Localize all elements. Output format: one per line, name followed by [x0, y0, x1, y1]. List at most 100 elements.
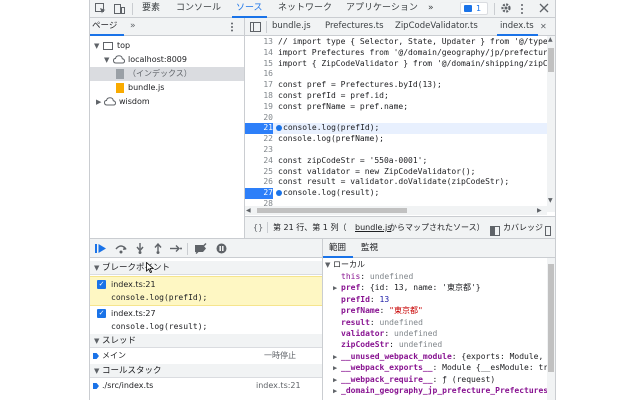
tab-elements[interactable]: 要素: [142, 0, 160, 17]
settings-icon[interactable]: [500, 2, 512, 14]
breakpoint-checkbox[interactable]: ✓: [97, 309, 106, 318]
step-into-icon[interactable]: [135, 243, 145, 257]
step-icon[interactable]: [170, 243, 182, 257]
scope-variable[interactable]: ▶ pref: {id: 13, name: '東京都'}: [323, 282, 547, 293]
status-bar-icon[interactable]: [545, 223, 551, 236]
scrollbar-right-arrow[interactable]: ▶: [537, 207, 542, 214]
scrollbar-thumb[interactable]: [257, 208, 407, 213]
pause-on-exceptions-icon[interactable]: [216, 243, 227, 257]
code-line[interactable]: 22 console.log(prefName);: [245, 134, 547, 145]
code-line[interactable]: 25 const validator = new ZipCodeValidator…: [245, 167, 547, 178]
code-line[interactable]: 21 console.log(prefId);: [245, 123, 547, 135]
scope-variable[interactable]: ▶ __webpack_require__: ƒ (request): [323, 374, 547, 385]
code-line[interactable]: 17 const pref = Prefectures.byId(13);: [245, 80, 547, 91]
device-toolbar-icon[interactable]: [114, 3, 125, 14]
tree-item-localhost[interactable]: ▼ localhost:8009: [90, 53, 244, 67]
breakpoint-item[interactable]: ✓ index.ts:27 console.log(result);: [90, 306, 322, 336]
scope-variable[interactable]: zipCodeStr: undefined: [323, 339, 547, 350]
expand-arrow-icon[interactable]: ▶: [333, 363, 341, 373]
editor-vertical-scrollbar[interactable]: ▲ ▼: [547, 36, 555, 212]
tab-page[interactable]: ページ: [92, 18, 117, 35]
close-tab-icon[interactable]: ✕: [540, 18, 547, 35]
line-number[interactable]: 21: [245, 123, 273, 135]
line-number[interactable]: 24: [245, 156, 273, 167]
scrollbar-left-arrow[interactable]: ◀: [246, 207, 251, 214]
local-scope-header[interactable]: ▼ ローカル: [323, 259, 547, 270]
editor-tab-index[interactable]: index.ts ✕: [497, 18, 550, 36]
line-number[interactable]: 25: [245, 167, 273, 178]
more-tabs-button[interactable]: »: [428, 0, 434, 17]
tab-scope[interactable]: 範囲: [329, 239, 346, 257]
line-number[interactable]: 23: [245, 145, 273, 156]
tree-item-bundle[interactable]: bundle.js: [90, 81, 244, 95]
code-line[interactable]: 19 const prefName = pref.name;: [245, 102, 547, 113]
scope-variable[interactable]: ▶ __webpack_exports__: Module {__esModule…: [323, 362, 547, 373]
step-over-icon[interactable]: [115, 243, 127, 257]
line-number[interactable]: 13: [245, 37, 273, 48]
scope-variable[interactable]: prefName: "東京都": [323, 305, 547, 316]
line-number[interactable]: 22: [245, 134, 273, 145]
scope-variable[interactable]: ▶ __unused_webpack_module: {exports: Modu…: [323, 351, 547, 362]
line-number[interactable]: 14: [245, 48, 273, 59]
thread-item[interactable]: メイン 一時停止: [90, 349, 322, 363]
tree-item-top[interactable]: ▼ top: [90, 39, 244, 53]
code-line[interactable]: 18 const prefId = pref.id;: [245, 91, 547, 102]
breakpoints-section-header[interactable]: ▼ ブレークポイント: [90, 261, 322, 275]
tree-item-index[interactable]: （インデックス）: [90, 67, 244, 81]
code-line[interactable]: 16: [245, 69, 547, 80]
resume-icon[interactable]: [95, 243, 107, 257]
issues-button[interactable]: 1: [460, 2, 488, 15]
tab-sources[interactable]: ソース: [232, 0, 267, 18]
navigator-more-button[interactable]: »: [130, 18, 136, 35]
line-number[interactable]: 17: [245, 80, 273, 91]
tree-item-wisdom[interactable]: ▶ wisdom: [90, 95, 244, 109]
tab-network[interactable]: ネットワーク: [278, 0, 332, 17]
navigator-menu-icon[interactable]: [230, 22, 234, 32]
scope-variable[interactable]: this: undefined: [323, 271, 547, 282]
pretty-print-button[interactable]: {}: [253, 217, 263, 238]
line-number[interactable]: 26: [245, 177, 273, 188]
tab-watch[interactable]: 監視: [361, 239, 378, 257]
line-number[interactable]: 20: [245, 113, 273, 124]
editor-horizontal-scrollbar[interactable]: ◀ ▶: [245, 206, 547, 215]
customize-menu-icon[interactable]: [520, 3, 524, 15]
source-map-link[interactable]: bundle.js: [355, 217, 391, 238]
close-devtools-icon[interactable]: [539, 3, 549, 13]
step-out-icon[interactable]: [153, 242, 163, 257]
code-line[interactable]: 23: [245, 145, 547, 156]
scope-scrollbar[interactable]: [547, 258, 555, 400]
editor-tab-bundle[interactable]: bundle.js: [272, 18, 311, 35]
scrollbar-thumb[interactable]: [548, 48, 554, 72]
expand-arrow-icon[interactable]: ▶: [333, 375, 341, 385]
coverage-icon[interactable]: [490, 223, 500, 236]
line-number[interactable]: 15: [245, 59, 273, 70]
code-line[interactable]: 14 import Prefectures from '@/domain/geog…: [245, 48, 547, 59]
breakpoint-item-active[interactable]: ✓ index.ts:21 console.log(prefId);: [90, 276, 322, 306]
code-line[interactable]: 20: [245, 113, 547, 124]
tab-console[interactable]: コンソール: [176, 0, 221, 17]
expand-arrow-icon[interactable]: ▶: [333, 352, 341, 362]
scope-variable[interactable]: prefId: 13: [323, 294, 547, 305]
inspect-icon[interactable]: [95, 3, 106, 14]
expand-arrow-icon[interactable]: ▶: [333, 386, 341, 396]
expand-arrow-icon[interactable]: ▶: [333, 283, 341, 293]
line-number[interactable]: 18: [245, 91, 273, 102]
code-editor[interactable]: 13 // import type { Selector, State, Upda…: [245, 36, 547, 212]
toggle-navigator-icon[interactable]: [250, 22, 261, 32]
scope-variable[interactable]: validator: undefined: [323, 328, 547, 339]
editor-tab-zipcodevalidator[interactable]: ZipCodeValidator.ts: [395, 18, 478, 35]
code-line[interactable]: 26 const result = validator.doValidate(zi…: [245, 177, 547, 188]
breakpoint-checkbox[interactable]: ✓: [97, 280, 106, 289]
callstack-section-header[interactable]: ▼ コールスタック: [90, 364, 322, 378]
inline-breakpoint-marker-icon[interactable]: [276, 190, 282, 197]
scope-variable[interactable]: result: undefined: [323, 317, 547, 328]
line-number[interactable]: 16: [245, 69, 273, 80]
threads-section-header[interactable]: ▼ スレッド: [90, 334, 322, 348]
code-line[interactable]: 13 // import type { Selector, State, Upda…: [245, 37, 547, 48]
code-line[interactable]: 24 const zipCodeStr = '550a-0001';: [245, 156, 547, 167]
tab-application[interactable]: アプリケーション: [346, 0, 418, 17]
frame-location[interactable]: index.ts:21: [256, 379, 301, 393]
editor-tab-prefectures[interactable]: Prefectures.ts: [325, 18, 384, 35]
scrollbar-up-arrow[interactable]: ▲: [548, 36, 553, 43]
line-number[interactable]: 27: [245, 188, 273, 199]
